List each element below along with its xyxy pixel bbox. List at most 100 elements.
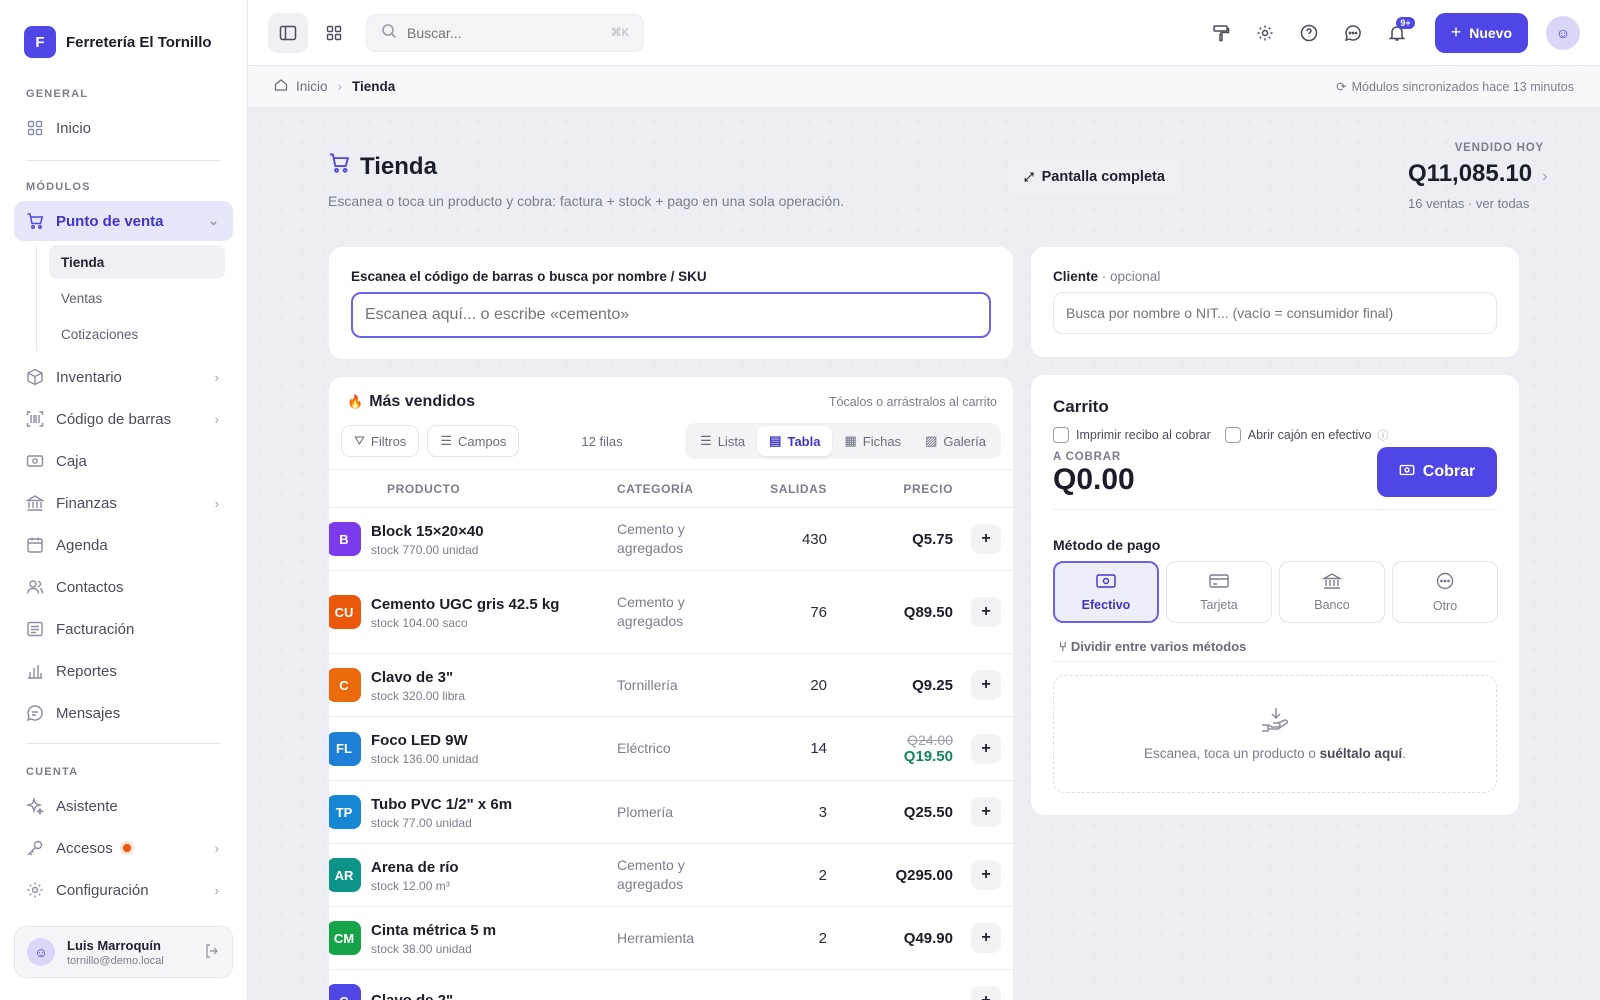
chat-button[interactable]	[1333, 13, 1373, 53]
add-cell: +	[953, 653, 1013, 717]
filters-button[interactable]: ⛛ Filtros	[341, 425, 420, 457]
view-tab-lista[interactable]: ☰ Lista	[688, 426, 757, 456]
sidebar-item-punto-de-venta[interactable]: Punto de venta ⌄	[14, 201, 233, 241]
add-to-cart-button[interactable]: +	[971, 797, 1001, 827]
product-category: Tornillería	[617, 653, 737, 717]
product-cell: B Block 15×20×40 stock 770.00 unidad	[329, 507, 617, 571]
breadcrumb-home[interactable]: Inicio	[296, 79, 328, 94]
section-general-label: GENERAL	[26, 88, 89, 100]
client-input[interactable]	[1066, 305, 1484, 321]
product-cell: C Clavo de 2"	[329, 969, 617, 1000]
table-row[interactable]: C Clavo de 2" +	[329, 969, 1013, 1000]
column-header-price[interactable]: PRECIO	[827, 469, 953, 508]
view-tab-fichas[interactable]: ▦ Fichas	[832, 426, 913, 456]
help-button[interactable]	[1289, 13, 1329, 53]
sidebar-item-caja[interactable]: Caja	[14, 441, 233, 481]
product-category: Cemento y agregados	[617, 843, 737, 907]
sidebar-item-asistente[interactable]: Asistente	[14, 786, 233, 826]
column-header-product[interactable]: PRODUCTO	[387, 469, 617, 508]
sidebar-item-inventario[interactable]: Inventario ›	[14, 357, 233, 397]
table-row[interactable]: FL Foco LED 9W stock 136.00 unidad Eléctric…	[329, 716, 1013, 781]
payment-method-otro[interactable]: Otro	[1392, 561, 1498, 623]
product-stock: stock 12.00 m³	[371, 878, 450, 893]
sidebar-item-agenda[interactable]: Agenda	[14, 525, 233, 565]
payment-method-efectivo[interactable]: Efectivo	[1053, 561, 1159, 623]
sidebar-subitem-ventas[interactable]: Ventas	[49, 281, 225, 315]
sidebar-subitem-tienda[interactable]: Tienda	[49, 245, 225, 279]
column-header-sales[interactable]: SALIDAS	[737, 469, 827, 508]
payment-method-tarjeta[interactable]: Tarjeta	[1166, 561, 1272, 623]
hand-drop-icon	[1260, 707, 1290, 736]
card-icon	[1209, 573, 1229, 592]
dropzone-text-bold: suéltalo aquí	[1319, 746, 1403, 761]
split-payment-link[interactable]: ⑂ Dividir entre varios métodos	[1059, 639, 1246, 654]
product-price-cell: Q89.50	[827, 570, 953, 654]
table-row[interactable]: CU Cemento UGC gris 42.5 kg stock 104.00 s…	[329, 570, 1013, 654]
fullscreen-button[interactable]: ⤢ Pantalla completa	[1008, 158, 1181, 196]
product-name: Foco LED 9W	[371, 732, 468, 749]
notifications-button[interactable]: 9+	[1377, 13, 1417, 53]
sidebar-item-inicio[interactable]: Inicio	[14, 108, 233, 148]
view-tab-tabla[interactable]: ▤ Tabla	[757, 426, 833, 456]
product-cell: C Clavo de 3" stock 320.00 libra	[329, 653, 617, 717]
search-box[interactable]: ⌘K	[366, 13, 644, 52]
user-card[interactable]: ☺ Luis Marroquín tornillo@demo.local	[14, 926, 233, 978]
add-to-cart-button[interactable]: +	[971, 597, 1001, 627]
add-to-cart-button[interactable]: +	[971, 524, 1001, 554]
add-to-cart-button[interactable]: +	[971, 670, 1001, 700]
table-row[interactable]: B Block 15×20×40 stock 770.00 unidad Cement…	[329, 507, 1013, 571]
sidebar-item-reportes[interactable]: Reportes	[14, 651, 233, 691]
product-stock: stock 770.00 unidad	[371, 542, 479, 557]
sidebar-item-finanzas[interactable]: Finanzas ›	[14, 483, 233, 523]
print-receipt-checkbox[interactable]	[1053, 427, 1069, 443]
sidebar-item-accesos[interactable]: Accesos ›	[14, 828, 233, 868]
product-cell: FL Foco LED 9W stock 136.00 unidad	[329, 716, 617, 781]
cash-icon	[1399, 462, 1415, 483]
cart-dropzone[interactable]: Escanea, toca un producto o suéltalo aqu…	[1053, 675, 1497, 793]
sidebar-item-label: Código de barras	[56, 410, 172, 428]
product-stock: stock 38.00 unidad	[371, 941, 472, 956]
fields-button[interactable]: ☰ Campos	[427, 425, 520, 457]
product-name: Arena de río	[371, 858, 459, 876]
product-sales: 2	[737, 906, 827, 970]
sold-today-link[interactable]: 16 ventas · ver todas	[1408, 196, 1568, 211]
sidebar-item-facturacion[interactable]: Facturación	[14, 609, 233, 649]
sidebar-item-contactos[interactable]: Contactos	[14, 567, 233, 607]
add-cell: +	[953, 969, 1013, 1000]
logout-icon[interactable]	[204, 943, 220, 962]
charge-button[interactable]: Cobrar	[1377, 447, 1497, 497]
add-to-cart-button[interactable]: +	[971, 923, 1001, 953]
view-tab-galeria[interactable]: ▨ Galería	[913, 426, 998, 456]
sidebar-item-configuracion[interactable]: Configuración ›	[14, 870, 233, 910]
paint-roller-button[interactable]	[1201, 13, 1241, 53]
chevron-right-icon: ›	[214, 840, 219, 856]
sidebar-toggle-button[interactable]	[268, 12, 308, 53]
sidebar-item-mensajes[interactable]: Mensajes	[14, 693, 233, 733]
add-to-cart-button[interactable]: +	[971, 986, 1001, 1000]
sold-today[interactable]: VENDIDO HOY Q11,085.10 › 16 ventas · ver …	[1408, 142, 1568, 211]
sidebar-item-codigo-de-barras[interactable]: Código de barras ›	[14, 399, 233, 439]
brand[interactable]: F Ferretería El Tornillo	[0, 0, 247, 84]
sidebar-subitem-cotizaciones[interactable]: Cotizaciones	[49, 317, 225, 351]
client-field[interactable]	[1053, 292, 1497, 334]
column-header-category[interactable]: CATEGORÍA	[617, 469, 737, 508]
table-row[interactable]: CM Cinta métrica 5 m stock 38.00 unidad Her…	[329, 906, 1013, 970]
user-avatar[interactable]: ☺	[1546, 15, 1580, 50]
product-price-cell: Q295.00	[827, 843, 953, 907]
table-row[interactable]: TP Tubo PVC 1/2" x 6m stock 77.00 unidad Pl…	[329, 780, 1013, 844]
open-drawer-checkbox[interactable]	[1224, 427, 1241, 443]
table-row[interactable]: C Clavo de 3" stock 320.00 libra Tornillerí…	[329, 653, 1013, 717]
scan-input[interactable]	[365, 306, 977, 324]
apps-grid-button[interactable]	[314, 13, 354, 53]
settings-button[interactable]	[1245, 13, 1285, 53]
payment-method-banco[interactable]: Banco	[1279, 561, 1385, 623]
product-sales: 20	[737, 653, 827, 717]
bank-icon	[1321, 572, 1343, 592]
new-button[interactable]: + Nuevo	[1434, 12, 1528, 53]
cards-icon: ▦	[844, 433, 857, 448]
add-to-cart-button[interactable]: +	[971, 860, 1001, 890]
table-row[interactable]: AR Arena de río stock 12.00 m³ Cemento y ag…	[329, 843, 1013, 907]
scan-field[interactable]	[351, 292, 991, 338]
add-to-cart-button[interactable]: +	[971, 733, 1001, 764]
search-input[interactable]	[407, 24, 611, 41]
